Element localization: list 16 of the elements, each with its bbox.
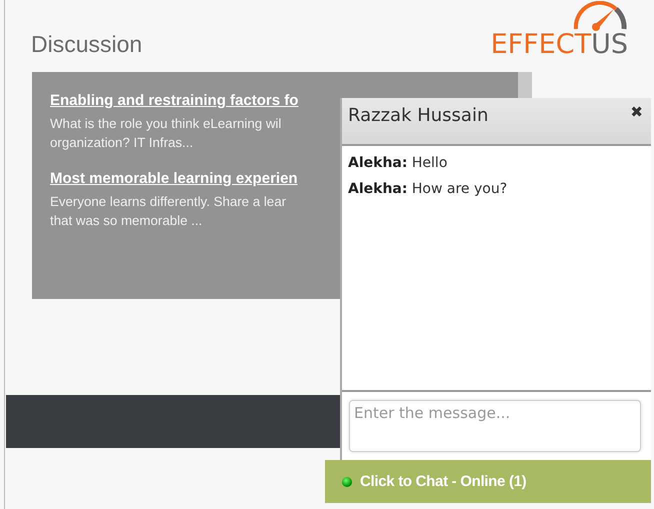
logo-text: US	[591, 29, 628, 60]
topic-excerpt: that was so memorable ...	[50, 212, 202, 230]
topic-excerpt: organization? IT Infras...	[50, 134, 194, 152]
chat-message: Alekha: Hello	[348, 155, 448, 171]
logo-text: EFFECT	[490, 29, 592, 60]
page-title: Discussion	[31, 31, 142, 58]
close-button[interactable]: ✖	[630, 105, 643, 120]
chat-message: Alekha: How are you?	[348, 181, 508, 197]
topic-link[interactable]: Most memorable learning experien	[50, 170, 298, 187]
gauge-icon	[572, 1, 628, 31]
topic-excerpt: What is the role you think eLearning wil	[50, 115, 282, 133]
chat-bar-button[interactable]: Click to Chat - Online (1)	[325, 460, 651, 503]
topic-link[interactable]: Enabling and restraining factors fo	[50, 92, 298, 109]
message-input[interactable]: Enter the message...	[349, 400, 641, 452]
topic-excerpt: Everyone learns differently. Share a lear	[50, 193, 286, 211]
contact-name: Razzak Hussain	[348, 105, 488, 126]
